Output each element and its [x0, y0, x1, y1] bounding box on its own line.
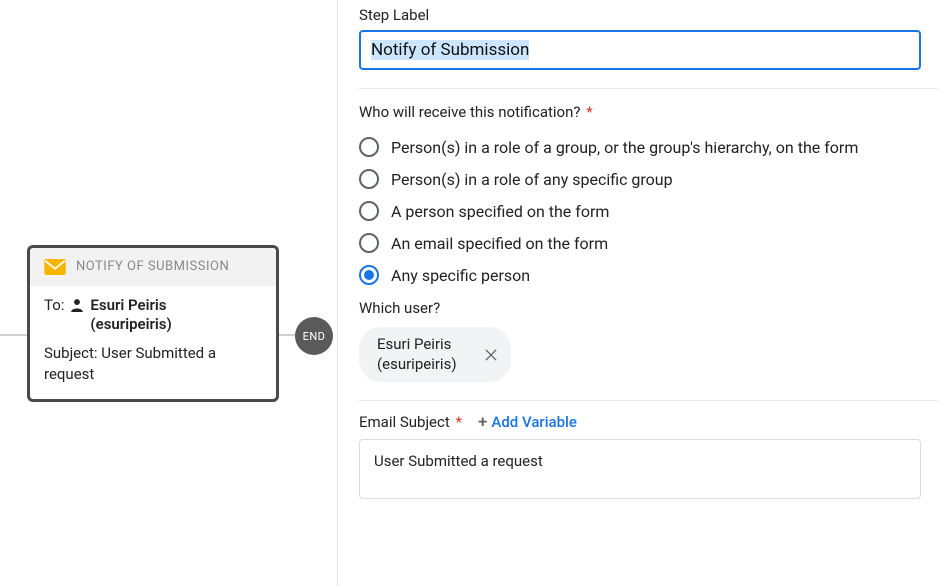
email-subject-label: Email Subject *	[359, 413, 462, 431]
radio-label: An email specified on the form	[391, 234, 608, 253]
radio-label: A person specified on the form	[391, 202, 609, 221]
required-asterisk: *	[452, 413, 462, 431]
recipient-option-3[interactable]: An email specified on the form	[359, 227, 937, 259]
node-subject: Subject: User Submitted a request	[44, 343, 262, 385]
node-to-label: To:	[44, 296, 64, 314]
which-user-label: Which user?	[359, 299, 937, 317]
workflow-canvas: NOTIFY OF SUBMISSION To: Esuri Peiris (e…	[0, 0, 335, 586]
person-icon	[70, 298, 84, 312]
node-title: NOTIFY OF SUBMISSION	[76, 258, 229, 276]
user-chip[interactable]: Esuri Peiris (esuripeiris)	[359, 327, 511, 382]
required-asterisk: *	[582, 103, 592, 121]
user-chip-text: Esuri Peiris (esuripeiris)	[377, 335, 457, 374]
radio-label: Person(s) in a role of a group, or the g…	[391, 138, 858, 157]
section-email-subject: Email Subject * + Add Variable User Subm…	[359, 413, 937, 517]
radio-icon	[359, 201, 379, 221]
mail-icon	[44, 259, 66, 275]
recipient-question: Who will receive this notification? *	[359, 103, 937, 121]
recipient-radio-group: Person(s) in a role of a group, or the g…	[359, 131, 937, 291]
radio-label: Any specific person	[391, 266, 530, 285]
step-label-label: Step Label	[359, 6, 937, 24]
node-to-row: To: Esuri Peiris (esuripeiris)	[44, 296, 262, 335]
radio-icon	[359, 137, 379, 157]
email-subject-label-row: Email Subject * + Add Variable	[359, 413, 937, 431]
radio-label: Person(s) in a role of any specific grou…	[391, 170, 673, 189]
radio-icon	[359, 169, 379, 189]
node-body: To: Esuri Peiris (esuripeiris) Subject: …	[30, 286, 276, 399]
recipient-option-4[interactable]: Any specific person	[359, 259, 937, 291]
workflow-node-notify[interactable]: NOTIFY OF SUBMISSION To: Esuri Peiris (e…	[27, 245, 279, 402]
step-label-input[interactable]: Notify of Submission	[359, 30, 921, 70]
radio-icon	[359, 265, 379, 285]
connector-line	[0, 334, 27, 336]
properties-panel: Step Label Notify of Submission Who will…	[337, 0, 941, 586]
section-step-label: Step Label Notify of Submission	[359, 6, 937, 89]
recipient-option-1[interactable]: Person(s) in a role of any specific grou…	[359, 163, 937, 195]
recipient-option-2[interactable]: A person specified on the form	[359, 195, 937, 227]
end-badge: END	[295, 317, 333, 355]
node-header: NOTIFY OF SUBMISSION	[30, 248, 276, 286]
section-recipient: Who will receive this notification? * Pe…	[359, 103, 937, 401]
add-variable-button[interactable]: + Add Variable	[478, 413, 577, 431]
plus-icon: +	[478, 414, 487, 431]
email-subject-input[interactable]: User Submitted a request	[359, 439, 921, 499]
node-to-value: Esuri Peiris (esuripeiris)	[90, 296, 171, 335]
radio-icon	[359, 233, 379, 253]
close-icon[interactable]	[481, 345, 501, 365]
recipient-option-0[interactable]: Person(s) in a role of a group, or the g…	[359, 131, 937, 163]
